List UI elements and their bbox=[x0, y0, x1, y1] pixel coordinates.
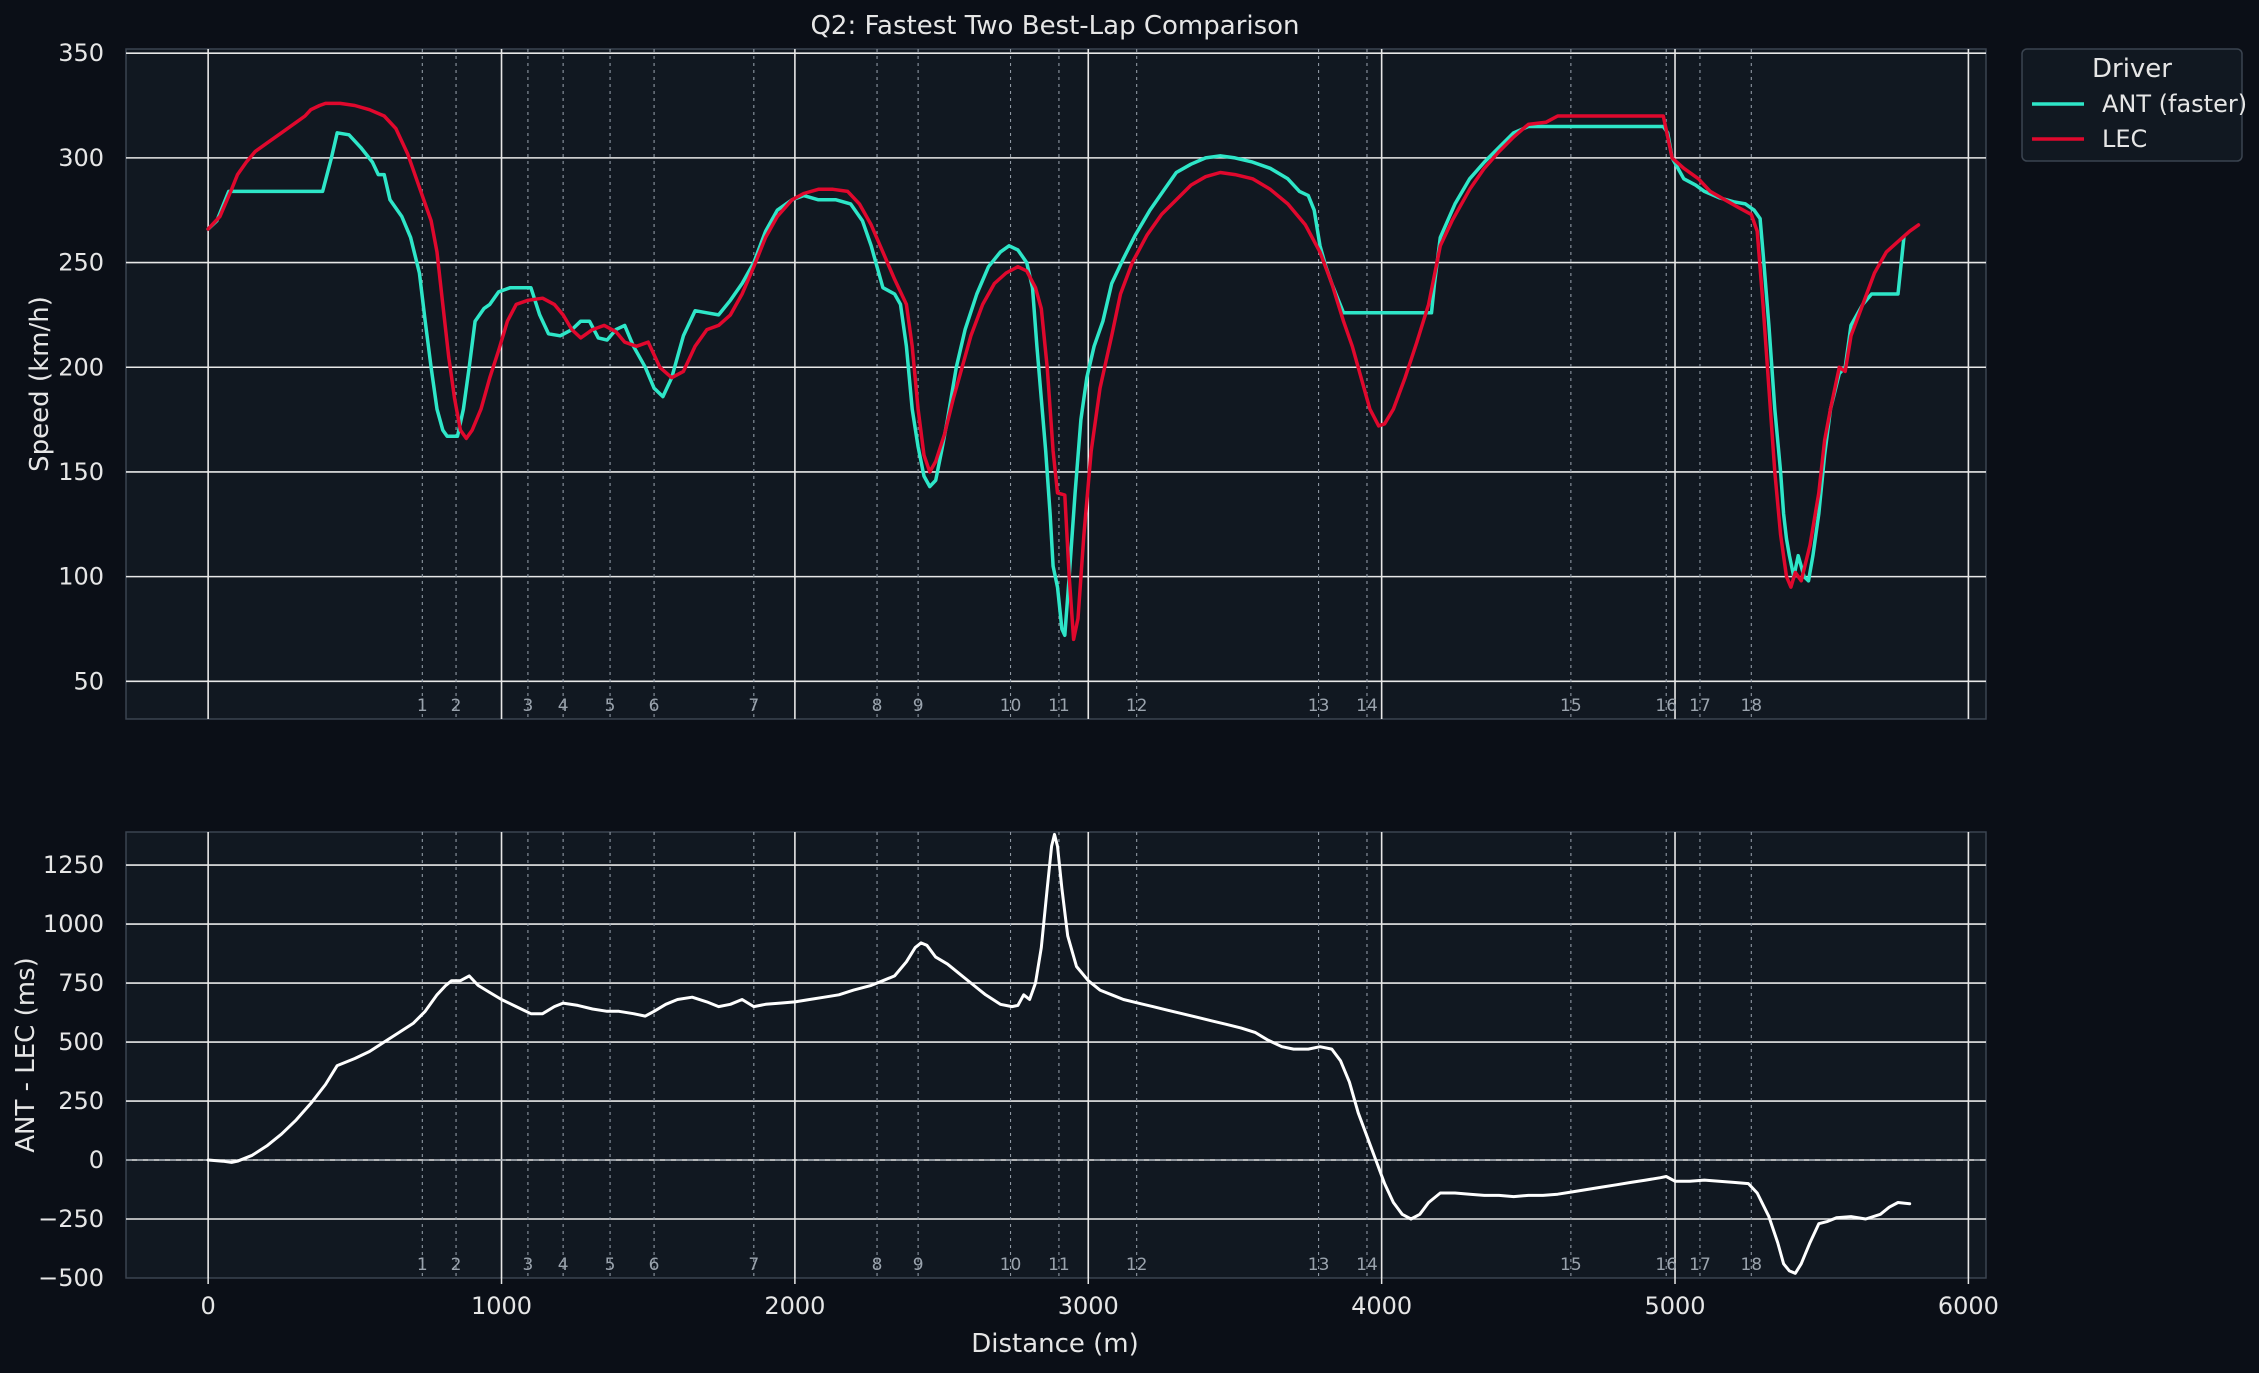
corner-label: 4 bbox=[558, 696, 569, 716]
corner-label: 13 bbox=[1308, 696, 1330, 716]
corner-label: 18 bbox=[1740, 696, 1762, 716]
corner-label: 5 bbox=[605, 696, 616, 716]
corner-label: 1 bbox=[417, 1255, 428, 1275]
corner-label: 3 bbox=[523, 1255, 534, 1275]
speed-panel: 1 2 3 4 5 6 7 8 9 10 11 12 13 14 15 16 17 18 501001502002… bbox=[25, 39, 1987, 720]
x-tick-label: 5000 bbox=[1644, 1292, 1705, 1320]
corner-label: 7 bbox=[748, 696, 759, 716]
corner-label: 11 bbox=[1048, 696, 1070, 716]
y-tick-label: 250 bbox=[58, 249, 104, 277]
speed-y-tick-labels: 50 100 150 200 250 300 350 bbox=[58, 39, 104, 695]
x-tick-label: 3000 bbox=[1058, 1292, 1119, 1320]
corner-label: 8 bbox=[872, 1255, 883, 1275]
delta-y-axis-label: ANT - LEC (ms) bbox=[11, 957, 41, 1153]
corner-label: 11 bbox=[1048, 1255, 1070, 1275]
corner-label: 14 bbox=[1356, 696, 1378, 716]
corner-label: 7 bbox=[748, 1255, 759, 1275]
y-tick-label: 150 bbox=[58, 458, 104, 486]
x-tick-label: 6000 bbox=[1938, 1292, 1999, 1320]
y-tick-label: 750 bbox=[58, 969, 104, 997]
legend-entry-ant: ANT (faster) bbox=[2102, 90, 2247, 118]
corner-label: 14 bbox=[1356, 1255, 1378, 1275]
y-tick-label: 50 bbox=[73, 667, 104, 695]
corner-label: 4 bbox=[558, 1255, 569, 1275]
corner-label: 12 bbox=[1126, 1255, 1148, 1275]
corner-label: 18 bbox=[1740, 1255, 1762, 1275]
y-tick-label: 0 bbox=[89, 1146, 104, 1174]
corner-label: 16 bbox=[1655, 1255, 1677, 1275]
corner-label: 17 bbox=[1689, 696, 1711, 716]
x-axis-label: Distance (m) bbox=[971, 1329, 1139, 1359]
chart-title: Q2: Fastest Two Best-Lap Comparison bbox=[810, 11, 1299, 41]
corner-label: 2 bbox=[451, 696, 462, 716]
corner-label: 6 bbox=[649, 696, 660, 716]
y-tick-label: 100 bbox=[58, 563, 104, 591]
corner-label: 10 bbox=[1000, 696, 1022, 716]
y-tick-label: 500 bbox=[58, 1028, 104, 1056]
x-tick-label: 4000 bbox=[1351, 1292, 1412, 1320]
y-tick-label: 1000 bbox=[43, 910, 104, 938]
corner-label: 9 bbox=[913, 1255, 924, 1275]
x-tick-label: 1000 bbox=[471, 1292, 532, 1320]
x-tick-label: 0 bbox=[201, 1292, 216, 1320]
corner-label: 13 bbox=[1308, 1255, 1330, 1275]
corner-label: 6 bbox=[649, 1255, 660, 1275]
corner-label: 2 bbox=[451, 1255, 462, 1275]
legend-entry-lec: LEC bbox=[2102, 125, 2147, 153]
corner-label: 12 bbox=[1126, 696, 1148, 716]
legend: Driver ANT (faster) LEC bbox=[2021, 48, 2247, 162]
y-tick-label: −250 bbox=[38, 1205, 104, 1233]
corner-label: 16 bbox=[1655, 696, 1677, 716]
y-tick-label: 250 bbox=[58, 1087, 104, 1115]
corner-label: 15 bbox=[1560, 696, 1582, 716]
corner-label: 8 bbox=[872, 696, 883, 716]
lap-comparison-figure: Q2: Fastest Two Best-Lap Comparison 1234… bbox=[11, 11, 2247, 1359]
corner-label: 10 bbox=[1000, 1255, 1022, 1275]
corner-label: 5 bbox=[605, 1255, 616, 1275]
corner-label: 9 bbox=[913, 696, 924, 716]
y-tick-label: 1250 bbox=[43, 851, 104, 879]
x-tick-labels: 0 1000 2000 3000 4000 5000 6000 bbox=[201, 1278, 1999, 1320]
y-tick-label: −500 bbox=[38, 1264, 104, 1292]
delta-y-tick-labels: −500 −250 0 250 500 750 1000 1250 bbox=[38, 851, 104, 1292]
speed-y-axis-label: Speed (km/h) bbox=[25, 296, 55, 472]
legend-title: Driver bbox=[2092, 54, 2172, 84]
corner-label: 1 bbox=[417, 696, 428, 716]
y-tick-label: 200 bbox=[58, 353, 104, 381]
corner-label: 3 bbox=[523, 696, 534, 716]
y-tick-label: 350 bbox=[58, 39, 104, 67]
x-tick-label: 2000 bbox=[764, 1292, 825, 1320]
corner-label: 15 bbox=[1560, 1255, 1582, 1275]
delta-plot-area bbox=[125, 831, 1987, 1279]
delta-panel: 1 2 3 4 5 6 7 8 9 10 11 12 13 14 15 16 17 18 −500−2500250… bbox=[11, 831, 1999, 1359]
y-tick-label: 300 bbox=[58, 144, 104, 172]
corner-label: 17 bbox=[1689, 1255, 1711, 1275]
